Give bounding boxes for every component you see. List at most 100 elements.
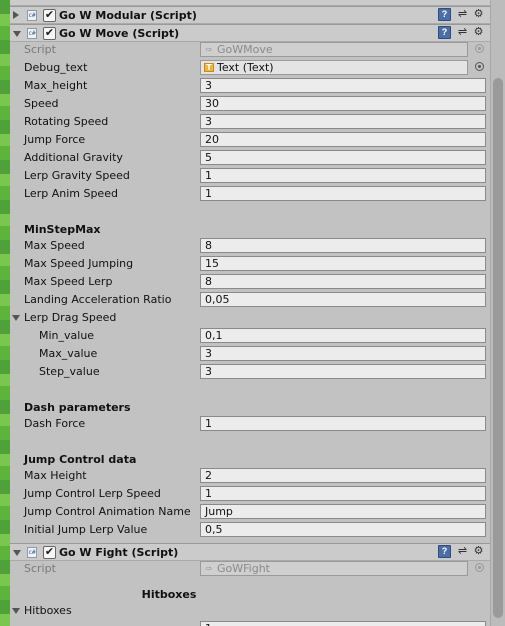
script-value: GoWFight bbox=[217, 562, 270, 575]
cs-script-icon: c# bbox=[27, 28, 37, 39]
max-speed-jumping-input[interactable]: 15 bbox=[200, 256, 486, 271]
enabled-checkbox[interactable]: ✔ bbox=[43, 27, 56, 40]
enabled-checkbox[interactable]: ✔ bbox=[43, 9, 56, 22]
help-book-icon[interactable]: ? bbox=[438, 545, 451, 558]
field-label: Max Speed Lerp bbox=[24, 275, 113, 288]
field-label: Rotating Speed bbox=[24, 115, 109, 128]
jump-max-height-input[interactable]: 2 bbox=[200, 468, 486, 483]
enabled-checkbox[interactable]: ✔ bbox=[43, 546, 56, 559]
script-value: GoWMove bbox=[217, 43, 273, 56]
object-picker-icon bbox=[475, 44, 484, 53]
section-title: Jump Control data bbox=[24, 453, 137, 466]
section-title: MinStepMax bbox=[24, 223, 101, 236]
object-picker-icon[interactable] bbox=[475, 62, 484, 71]
field-label: Jump Control Animation Name bbox=[24, 505, 191, 518]
field-row-size: 1 bbox=[10, 620, 490, 626]
lerp-gravity-speed-input[interactable]: 1 bbox=[200, 168, 486, 183]
inspector-scrollbar[interactable] bbox=[490, 0, 505, 626]
speed-input[interactable]: 30 bbox=[200, 96, 486, 111]
dash-force-input[interactable]: 1 bbox=[200, 416, 486, 431]
field-label: Lerp Gravity Speed bbox=[24, 169, 130, 182]
field-row-jump-force: Jump Force 20 bbox=[10, 131, 490, 149]
script-object-field: ⇨ GoWFight bbox=[200, 561, 468, 576]
component-title: Go W Move (Script) bbox=[59, 27, 180, 40]
max-speed-lerp-input[interactable]: 8 bbox=[200, 274, 486, 289]
script-object-field: ⇨ GoWMove bbox=[200, 42, 468, 57]
component-title: Go W Modular (Script) bbox=[59, 9, 197, 22]
field-row-lerp-anim-speed: Lerp Anim Speed 1 bbox=[10, 185, 490, 203]
scrollbar-thumb[interactable] bbox=[493, 78, 503, 618]
jump-force-input[interactable]: 20 bbox=[200, 132, 486, 147]
field-row-max-speed: Max Speed 8 bbox=[10, 237, 490, 255]
field-row-speed: Speed 30 bbox=[10, 95, 490, 113]
foldout-expanded-icon[interactable] bbox=[12, 608, 20, 614]
cs-script-icon: c# bbox=[27, 10, 37, 21]
field-row-jump-control-lerp-speed: Jump Control Lerp Speed 1 bbox=[10, 485, 490, 503]
min-value-input[interactable]: 0,1 bbox=[200, 328, 486, 343]
lerp-anim-speed-input[interactable]: 1 bbox=[200, 186, 486, 201]
field-row-min-value: Min_value 0,1 bbox=[10, 327, 490, 345]
foldout-collapsed-icon[interactable] bbox=[13, 11, 19, 19]
field-row-max-value: Max_value 3 bbox=[10, 345, 490, 363]
field-label: Speed bbox=[24, 97, 59, 110]
field-label: Jump Control Lerp Speed bbox=[24, 487, 161, 500]
field-label: Max Speed bbox=[24, 239, 85, 252]
landing-acceleration-ratio-input[interactable]: 0,05 bbox=[200, 292, 486, 307]
jump-control-animation-name-input[interactable]: Jump bbox=[200, 504, 486, 519]
foldout-expanded-icon[interactable] bbox=[13, 550, 21, 556]
foldout-label: Hitboxes bbox=[24, 604, 72, 617]
hitboxes-foldout[interactable]: Hitboxes bbox=[10, 602, 490, 620]
script-file-icon: ⇨ bbox=[205, 45, 213, 54]
help-book-icon[interactable]: ? bbox=[438, 8, 451, 21]
hitboxes-header: Hitboxes bbox=[141, 588, 197, 601]
additional-gravity-input[interactable]: 5 bbox=[200, 150, 486, 165]
max-speed-input[interactable]: 8 bbox=[200, 238, 486, 253]
text-component-icon: T bbox=[204, 63, 214, 72]
scene-view-background bbox=[0, 0, 10, 626]
lerp-drag-speed-foldout[interactable]: Lerp Drag Speed bbox=[10, 309, 490, 327]
script-row: Script ⇨ GoWFight bbox=[10, 560, 490, 578]
gear-icon[interactable]: ⚙ bbox=[472, 26, 485, 39]
gear-icon[interactable]: ⚙ bbox=[472, 8, 485, 21]
field-label: Max Speed Jumping bbox=[24, 257, 134, 270]
max-value-input[interactable]: 3 bbox=[200, 346, 486, 361]
field-label: Lerp Anim Speed bbox=[24, 187, 118, 200]
max-height-input[interactable]: 3 bbox=[200, 78, 486, 93]
step-value-input[interactable]: 3 bbox=[200, 364, 486, 379]
field-row-max-speed-lerp: Max Speed Lerp 8 bbox=[10, 273, 490, 291]
script-file-icon: ⇨ bbox=[205, 564, 213, 573]
component-header-move[interactable]: c# ✔ Go W Move (Script) ? ⇌ ⚙ bbox=[10, 24, 490, 42]
component-header-fight[interactable]: c# ✔ Go W Fight (Script) ? ⇌ ⚙ bbox=[10, 543, 490, 561]
initial-jump-lerp-value-input[interactable]: 0,5 bbox=[200, 522, 486, 537]
component-header-modular[interactable]: c# ✔ Go W Modular (Script) ? ⇌ ⚙ bbox=[10, 6, 490, 24]
foldout-expanded-icon[interactable] bbox=[13, 31, 21, 37]
field-label: Jump Force bbox=[24, 133, 86, 146]
debug-text-row: Debug_text T Text (Text) bbox=[10, 59, 490, 77]
gear-icon[interactable]: ⚙ bbox=[472, 545, 485, 558]
field-row-initial-jump-lerp-value: Initial Jump Lerp Value 0,5 bbox=[10, 521, 490, 539]
field-row-additional-gravity: Additional Gravity 5 bbox=[10, 149, 490, 167]
presets-icon[interactable]: ⇌ bbox=[456, 545, 469, 558]
object-picker-icon bbox=[475, 563, 484, 572]
field-row-jump-control-animation-name: Jump Control Animation Name Jump bbox=[10, 503, 490, 521]
rotating-speed-input[interactable]: 3 bbox=[200, 114, 486, 129]
inspector-panel: c# ✔ Go W Modular (Script) ? ⇌ ⚙ c# ✔ Go… bbox=[10, 0, 490, 626]
field-label: Landing Acceleration Ratio bbox=[24, 293, 172, 306]
debug-text-value: Text (Text) bbox=[217, 61, 274, 74]
size-input[interactable]: 1 bbox=[200, 621, 486, 626]
field-label: Additional Gravity bbox=[24, 151, 123, 164]
component-title: Go W Fight (Script) bbox=[59, 546, 179, 559]
presets-icon[interactable]: ⇌ bbox=[456, 26, 469, 39]
field-label: Step_value bbox=[39, 365, 100, 378]
field-label: Initial Jump Lerp Value bbox=[24, 523, 148, 536]
jump-control-lerp-speed-input[interactable]: 1 bbox=[200, 486, 486, 501]
field-row-max-height: Max_height 3 bbox=[10, 77, 490, 95]
field-label: Max_value bbox=[39, 347, 98, 360]
field-row-landing-acceleration-ratio: Landing Acceleration Ratio 0,05 bbox=[10, 291, 490, 309]
section-title: Dash parameters bbox=[24, 401, 131, 414]
presets-icon[interactable]: ⇌ bbox=[456, 8, 469, 21]
foldout-expanded-icon[interactable] bbox=[12, 315, 20, 321]
help-book-icon[interactable]: ? bbox=[438, 26, 451, 39]
script-row: Script ⇨ GoWMove bbox=[10, 41, 490, 59]
debug-text-object-field[interactable]: T Text (Text) bbox=[200, 60, 468, 75]
